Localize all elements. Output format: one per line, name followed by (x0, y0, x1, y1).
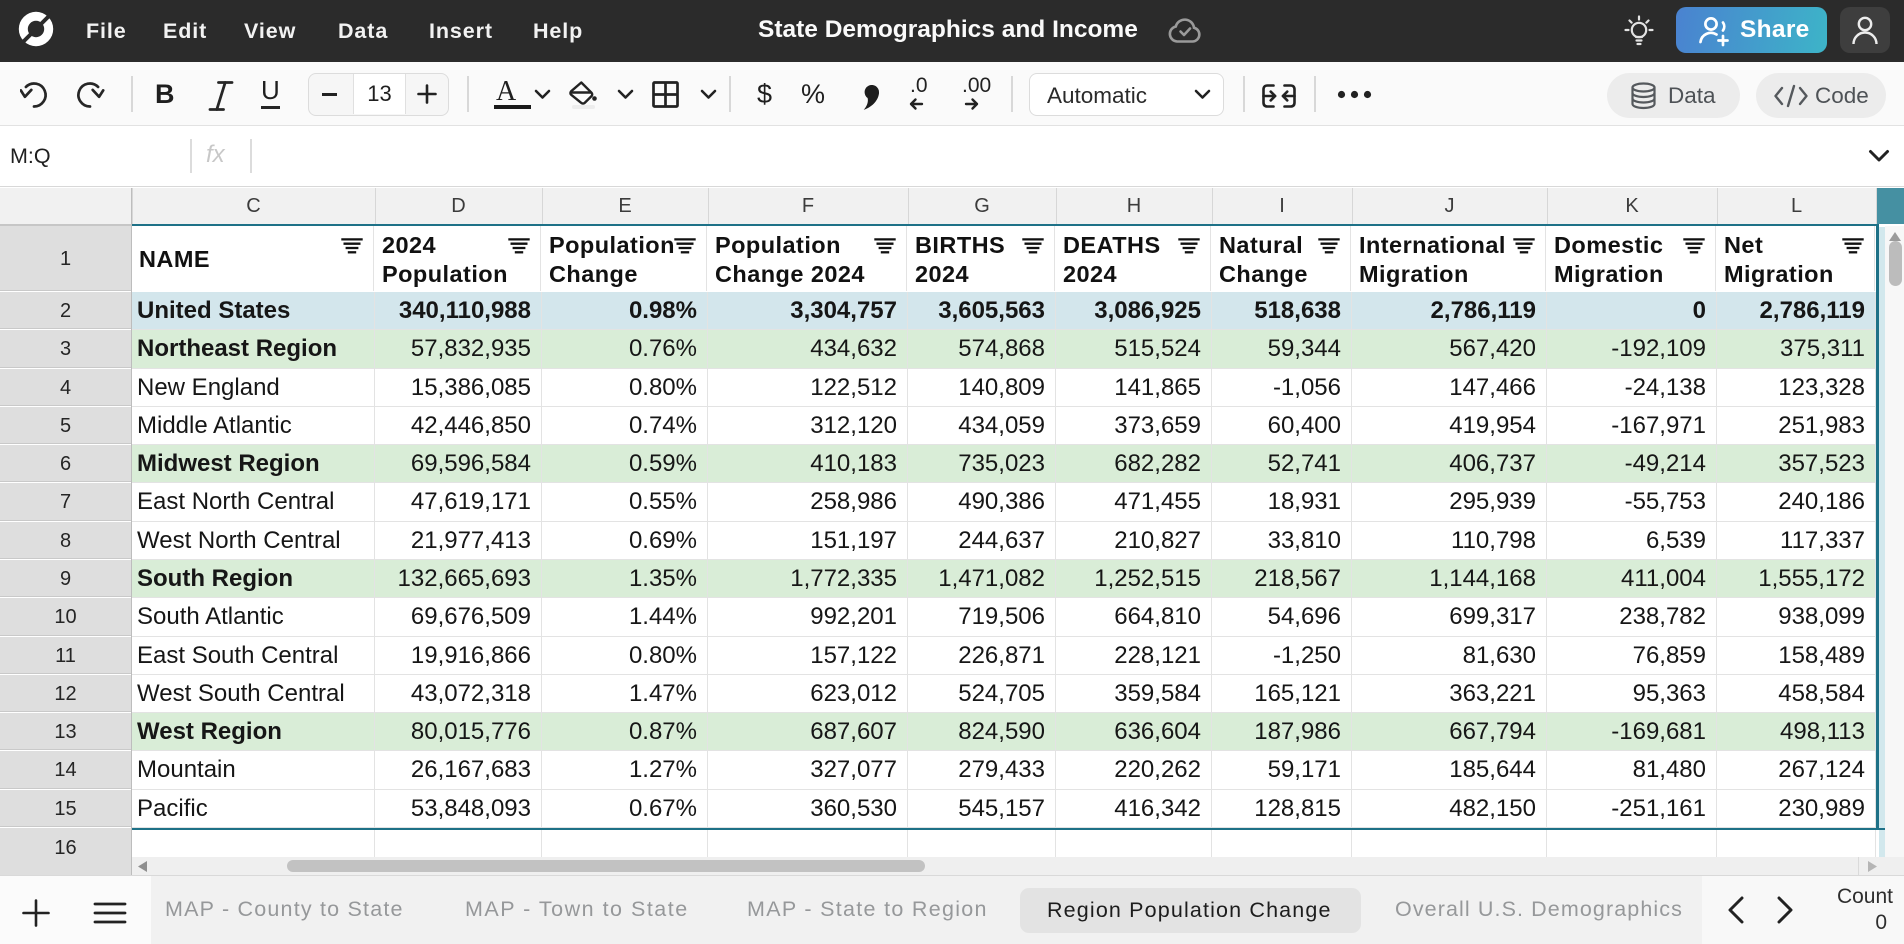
svg-text:.0: .0 (910, 74, 928, 97)
svg-text:.00: .00 (962, 74, 991, 97)
